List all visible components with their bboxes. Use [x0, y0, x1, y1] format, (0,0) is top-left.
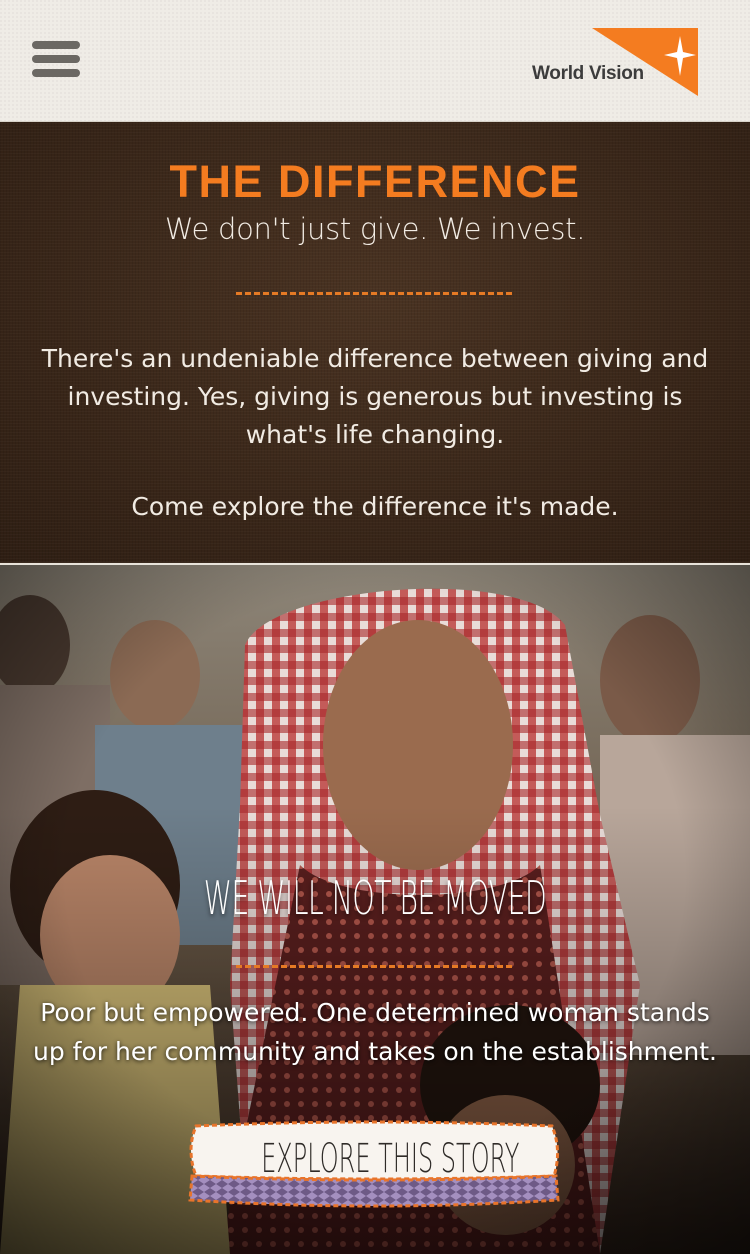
story-section: WE WILL NOT BE MOVED Poor but empowered.… [0, 563, 750, 1254]
explore-story-button[interactable]: EXPLORE THIS STORY [186, 1120, 562, 1212]
difference-section: THE DIFFERENCE We don't just give. We in… [0, 122, 750, 562]
hamburger-menu-icon[interactable] [32, 41, 80, 77]
story-description: Poor but empowered. One determined woman… [33, 998, 717, 1066]
divider [236, 292, 512, 295]
logo-text: World Vision [532, 63, 644, 84]
story-divider [236, 965, 512, 968]
section-body: There's an undeniable difference between… [41, 344, 709, 449]
story-title: WE WILL NOT BE MOVED [203, 871, 547, 925]
app-header: World Vision [0, 0, 750, 122]
section-subtitle: We don't just give. We invest. [164, 212, 586, 246]
section-title: THE DIFFERENCE [169, 156, 581, 207]
explore-story-label: EXPLORE THIS STORY [261, 1136, 520, 1182]
world-vision-logo[interactable]: World Vision [530, 28, 700, 98]
section-cta-text: Come explore the difference it's made. [131, 492, 619, 521]
